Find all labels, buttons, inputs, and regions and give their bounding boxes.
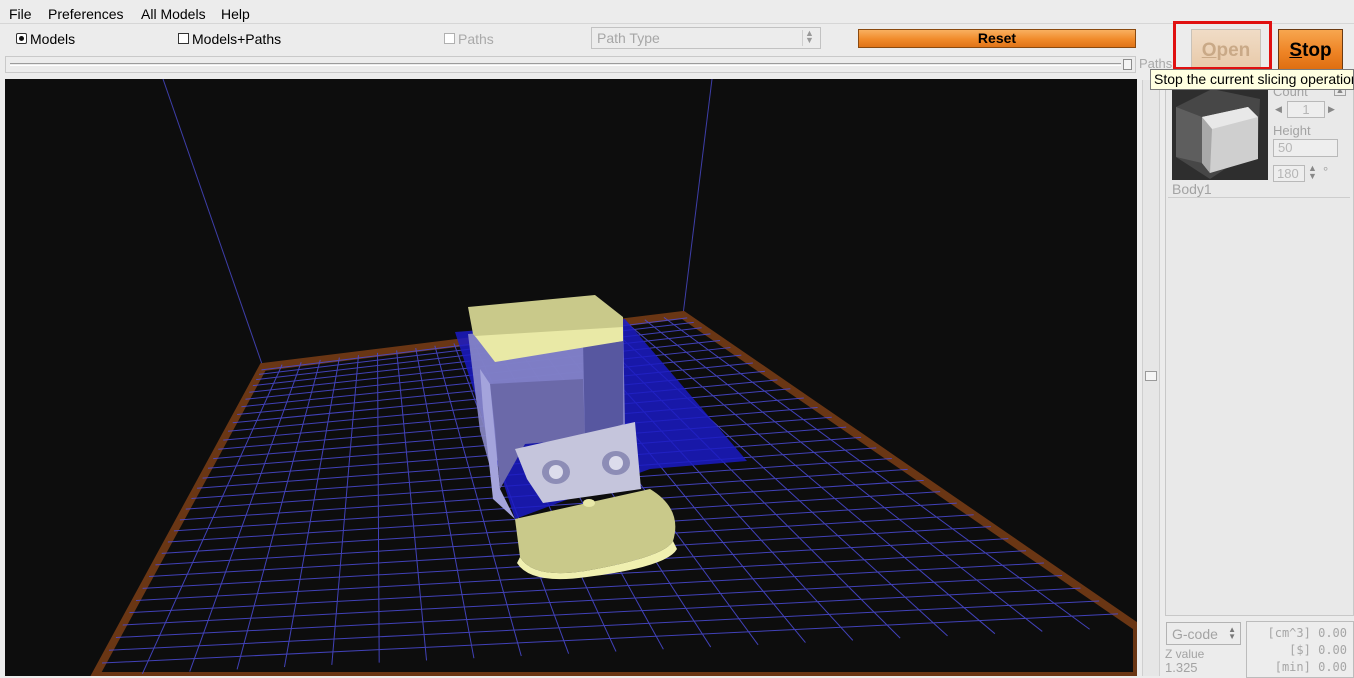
path-type-text: Path Type	[597, 30, 660, 46]
reset-button[interactable]: Reset	[858, 29, 1136, 48]
slider-track	[10, 63, 1121, 66]
open-button-highlight	[1173, 21, 1272, 70]
path-type-select[interactable]: Path Type ▲ ▼	[591, 27, 821, 49]
splitter-handle[interactable]	[1145, 371, 1157, 381]
z-value-label: Z value	[1165, 647, 1205, 661]
models-paths-label: Models+Paths	[192, 31, 282, 47]
model-hole	[583, 499, 595, 507]
stop-button[interactable]: Stop	[1278, 29, 1343, 71]
menu-preferences[interactable]: Preferences	[48, 6, 123, 22]
count-field[interactable]: 1	[1287, 101, 1325, 118]
rotation-field[interactable]: 180	[1273, 165, 1305, 182]
z-value: 1.325	[1165, 660, 1198, 675]
menu-help[interactable]: Help	[221, 6, 250, 22]
viewport-scene	[90, 79, 1137, 676]
models-paths-checkbox[interactable]	[178, 33, 189, 44]
stat-cost: [$] 0.00	[1289, 643, 1347, 657]
height-label: Height	[1273, 123, 1311, 138]
slider-thumb[interactable]	[1123, 59, 1132, 70]
models-label: Models	[30, 31, 76, 47]
model-thumbnail	[1172, 87, 1268, 180]
models-radio[interactable]	[16, 33, 27, 44]
3d-viewport[interactable]	[5, 79, 1137, 676]
paths-checkbox[interactable]	[444, 33, 455, 44]
gcode-select[interactable]: G-code ▲ ▼	[1166, 622, 1241, 645]
count-decrement-icon[interactable]: ◀	[1275, 104, 1282, 115]
menu-all-models[interactable]: All Models	[141, 6, 206, 22]
vertical-splitter[interactable]	[1142, 80, 1160, 676]
height-field[interactable]: 50	[1273, 139, 1338, 157]
stop-tooltip: Stop the current slicing operation	[1150, 69, 1354, 90]
spinner-arrows-icon: ▲ ▼	[1228, 625, 1236, 641]
rotation-spinner-icon[interactable]: ▲ ▼	[1308, 164, 1317, 181]
degree-symbol: °	[1323, 164, 1329, 179]
menu-bar: File Preferences All Models Help	[0, 4, 1354, 24]
paths-slider[interactable]	[5, 56, 1136, 73]
stats-box: [cm^3] 0.00 [$] 0.00 [min] 0.00	[1246, 621, 1354, 678]
count-increment-icon[interactable]: ▶	[1328, 104, 1335, 115]
menu-file[interactable]: File	[9, 6, 32, 22]
spinner-arrows-icon: ▲ ▼	[802, 29, 816, 46]
model-name: Body1	[1172, 181, 1212, 197]
model-side-wall	[583, 337, 623, 439]
paths-label: Paths	[458, 31, 494, 47]
stat-volume: [cm^3] 0.00	[1267, 626, 1348, 640]
stat-time: [min] 0.00	[1274, 660, 1347, 674]
gcode-select-text: G-code	[1172, 626, 1218, 642]
